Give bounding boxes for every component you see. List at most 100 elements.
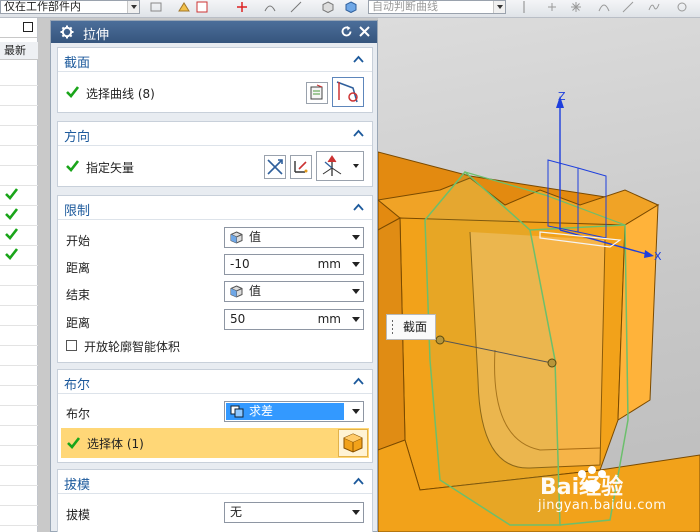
navigator-row[interactable] bbox=[0, 246, 38, 266]
reverse-direction-button[interactable] bbox=[264, 155, 286, 179]
spline-icon[interactable] bbox=[648, 1, 660, 13]
line-tool-icon[interactable] bbox=[290, 1, 302, 13]
navigator-row[interactable] bbox=[0, 186, 38, 206]
section-title: 截面 bbox=[64, 56, 91, 71]
snap-icon[interactable] bbox=[178, 1, 190, 13]
section-header[interactable]: 截面 bbox=[58, 48, 372, 72]
chevron-up-icon[interactable] bbox=[353, 477, 364, 485]
end-distance-input[interactable]: 50 mm bbox=[224, 309, 364, 330]
subtract-icon bbox=[230, 405, 244, 418]
select-body-row[interactable]: 选择体 (1) bbox=[61, 428, 369, 458]
sketch-frame-icon[interactable] bbox=[196, 1, 208, 13]
draft-option-select[interactable]: 无 bbox=[224, 502, 364, 523]
select-body-label: 选择体 (1) bbox=[87, 437, 144, 451]
navigator-row[interactable] bbox=[0, 106, 38, 126]
curve-rule-dropdown[interactable]: 自动判断曲线 bbox=[368, 0, 506, 14]
curve-select-button[interactable] bbox=[332, 77, 364, 107]
cube-icon[interactable] bbox=[345, 1, 357, 13]
navigator-row[interactable] bbox=[0, 146, 38, 166]
end-handle-point[interactable] bbox=[547, 358, 557, 368]
start-distance-unit: mm bbox=[317, 257, 341, 271]
arc-icon[interactable] bbox=[598, 1, 610, 13]
graphics-viewport[interactable]: Z X bbox=[378, 18, 700, 532]
navigator-row[interactable] bbox=[0, 346, 38, 366]
navigator-row[interactable] bbox=[0, 226, 38, 246]
point-snap-icon[interactable] bbox=[236, 1, 248, 13]
navigator-row[interactable] bbox=[0, 286, 38, 306]
boolean-panel: 布尔 布尔 求差 选择体 (1) bbox=[57, 369, 373, 463]
start-distance-label: 距离 bbox=[66, 261, 91, 275]
chevron-up-icon[interactable] bbox=[353, 377, 364, 385]
navigator-row[interactable] bbox=[0, 326, 38, 346]
select-curve-row[interactable]: 选择曲线 (8) bbox=[58, 76, 372, 110]
chevron-down-icon bbox=[352, 262, 360, 267]
boolean-header[interactable]: 布尔 bbox=[58, 370, 372, 394]
chevron-up-icon[interactable] bbox=[353, 55, 364, 63]
limits-header[interactable]: 限制 bbox=[58, 196, 372, 220]
navigator-column-header[interactable]: 最新 bbox=[0, 42, 38, 60]
navigator-row[interactable] bbox=[0, 166, 38, 186]
navigator-row[interactable] bbox=[0, 426, 38, 446]
x-axis-label: X bbox=[654, 250, 662, 263]
reset-icon[interactable] bbox=[340, 25, 353, 38]
end-label: 结束 bbox=[66, 288, 91, 302]
body-filter-icon[interactable] bbox=[322, 1, 334, 13]
top-toolbar: 仅在工作部件内 自动判断曲线 bbox=[0, 0, 700, 18]
chevron-up-icon[interactable] bbox=[353, 203, 364, 211]
limits-title: 限制 bbox=[64, 204, 91, 219]
sketch-section-button[interactable] bbox=[306, 82, 328, 104]
chevron-down-icon bbox=[352, 409, 360, 414]
curve-tool-icon[interactable] bbox=[264, 1, 276, 13]
snowflake-icon[interactable] bbox=[570, 1, 582, 13]
inferred-vector-dropdown[interactable] bbox=[316, 151, 364, 181]
filter-icon[interactable] bbox=[150, 1, 162, 13]
navigator-row[interactable] bbox=[0, 126, 38, 146]
navigator-row[interactable] bbox=[0, 66, 38, 86]
open-profile-checkbox[interactable] bbox=[66, 340, 77, 351]
end-option-select[interactable]: 值 bbox=[224, 281, 364, 302]
draft-header[interactable]: 拔模 bbox=[58, 470, 372, 494]
gear-icon[interactable] bbox=[60, 25, 74, 39]
section-panel-section: 截面 选择曲线 (8) bbox=[57, 47, 373, 113]
navigator-row[interactable] bbox=[0, 486, 38, 506]
navigator-row[interactable] bbox=[0, 506, 38, 526]
navigator-row[interactable] bbox=[0, 406, 38, 426]
check-icon bbox=[67, 437, 80, 449]
start-option-select[interactable]: 值 bbox=[224, 227, 364, 248]
navigator-row[interactable] bbox=[0, 86, 38, 106]
specify-vector-row[interactable]: 指定矢量 bbox=[58, 150, 372, 184]
chevron-up-icon[interactable] bbox=[353, 129, 364, 137]
select-body-button[interactable] bbox=[338, 429, 368, 457]
navigator-row[interactable] bbox=[0, 466, 38, 486]
z-axis-label: Z bbox=[558, 90, 566, 103]
navigator-row[interactable] bbox=[0, 446, 38, 466]
chevron-down-icon bbox=[352, 289, 360, 294]
boolean-option-select[interactable]: 求差 bbox=[224, 401, 364, 422]
navigator-row[interactable] bbox=[0, 266, 38, 286]
navigator-row[interactable] bbox=[0, 366, 38, 386]
part-navigator: 最新 bbox=[0, 18, 38, 532]
maximize-icon[interactable] bbox=[23, 22, 33, 32]
direction-header[interactable]: 方向 bbox=[58, 122, 372, 146]
line-icon[interactable] bbox=[622, 1, 634, 13]
check-icon bbox=[5, 248, 18, 260]
navigator-row[interactable] bbox=[0, 306, 38, 326]
section-tag[interactable]: 截面 bbox=[386, 314, 436, 340]
close-icon[interactable] bbox=[358, 25, 371, 38]
direction-title: 方向 bbox=[64, 130, 91, 145]
vector-dialog-button[interactable] bbox=[290, 155, 312, 179]
direction-panel: 方向 指定矢量 bbox=[57, 121, 373, 187]
navigator-row[interactable] bbox=[0, 386, 38, 406]
navigator-row[interactable] bbox=[0, 206, 38, 226]
start-handle-point[interactable] bbox=[435, 335, 445, 345]
section-tag-label: 截面 bbox=[403, 320, 428, 334]
boolean-title: 布尔 bbox=[64, 378, 91, 393]
check-icon bbox=[5, 208, 18, 220]
tool-icon[interactable] bbox=[676, 1, 688, 13]
selection-intent-icon[interactable] bbox=[546, 1, 558, 13]
open-profile-label: 开放轮廓智能体积 bbox=[84, 340, 181, 354]
check-icon bbox=[66, 160, 79, 172]
end-distance-unit: mm bbox=[317, 312, 341, 326]
selection-scope-dropdown[interactable]: 仅在工作部件内 bbox=[0, 0, 140, 14]
start-distance-input[interactable]: -10 mm bbox=[224, 254, 364, 275]
